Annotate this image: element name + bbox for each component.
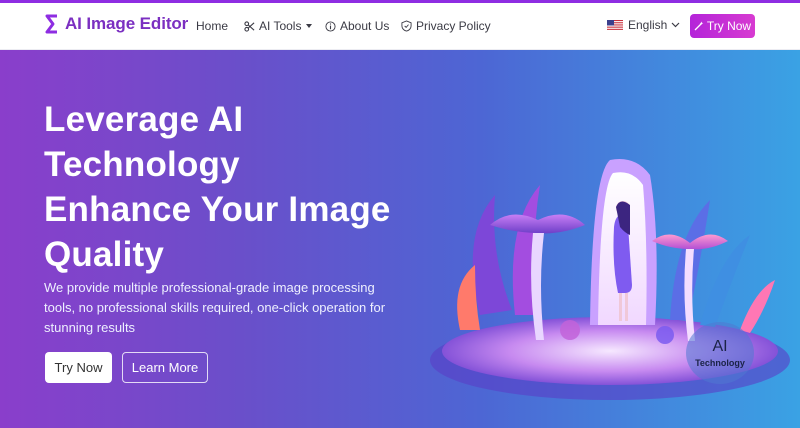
nav-ai-tools-label: AI Tools [259,19,302,33]
badge-line-1: AI [712,338,728,355]
info-icon [325,20,336,32]
nav-home-label: Home [196,19,229,33]
us-flag-icon [607,19,623,31]
try-now-nav-label: Try Now [706,19,752,33]
nav-privacy-policy-label: Privacy Policy [416,19,491,33]
hero-description: We provide multiple professional-grade i… [44,280,386,335]
nav-privacy-policy[interactable]: Privacy Policy [401,19,491,33]
brand[interactable]: AI Image Editor [44,14,188,34]
chevron-down-icon [671,22,680,28]
language-label: English [628,18,668,32]
magic-wand-icon [694,21,704,31]
hero-title-line: Enhance Your Image [44,190,391,229]
hero-title-line: Technology [44,145,240,184]
badge-line-2: Technology [695,358,745,368]
scissors-icon [244,20,255,32]
hero-title-line: Leverage AI [44,100,244,139]
nav-ai-tools[interactable]: AI Tools [244,19,313,33]
brand-name: AI Image Editor [65,14,189,33]
hero-section: Leverage AI Technology Enhance Your Imag… [0,50,800,428]
shield-icon [401,20,412,32]
hero-title: Leverage AI Technology Enhance Your Imag… [44,97,424,277]
hero-title-line: Quality [44,235,165,274]
try-now-nav-button[interactable]: Try Now [690,14,755,38]
nav-about-us-label: About Us [340,19,390,33]
navbar: AI Image Editor Home AI Tools About Us P… [0,3,800,50]
ai-technology-badge: AI Technology [686,322,754,384]
learn-more-button[interactable]: Learn More [122,352,208,383]
brand-logo-icon [45,14,57,34]
nav-home[interactable]: Home [196,19,228,33]
language-selector[interactable]: English [607,18,680,32]
nav-about-us[interactable]: About Us [325,19,389,33]
try-now-button[interactable]: Try Now [45,352,112,383]
caret-down-icon [306,24,313,28]
